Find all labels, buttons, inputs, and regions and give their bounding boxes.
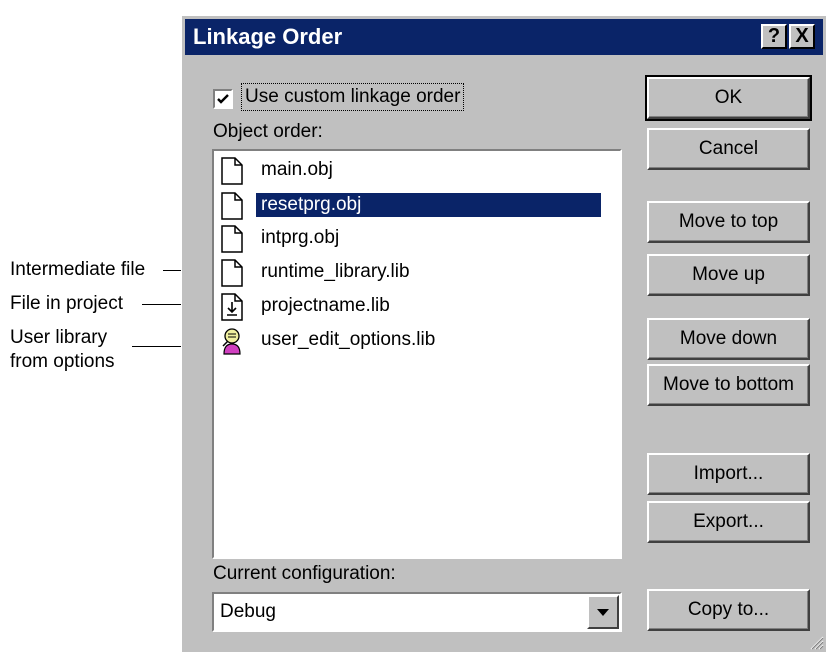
user-library-icon	[222, 328, 241, 355]
object-order-label: Object order:	[213, 121, 323, 142]
annotation-from-options: from options	[10, 351, 115, 372]
configuration-select[interactable]: Debug	[212, 592, 622, 632]
list-item[interactable]: intprg.obj	[220, 223, 620, 253]
move-to-top-button[interactable]: Move to top	[647, 201, 810, 243]
annotation-file-in-project: File in project	[10, 293, 123, 314]
annotation-intermediate-file: Intermediate file	[10, 259, 146, 280]
title-bar[interactable]: Linkage Order ? X	[185, 19, 823, 55]
list-item[interactable]: user_edit_options.lib	[220, 325, 620, 355]
custom-linkage-label[interactable]: Use custom linkage order	[240, 83, 465, 111]
list-item-label: resetprg.obj	[256, 193, 601, 217]
export-button[interactable]: Export...	[647, 501, 810, 543]
import-button[interactable]: Import...	[647, 453, 810, 495]
object-order-list[interactable]: main.obj resetprg.obj intprg.obj runtime…	[212, 149, 622, 559]
move-to-bottom-button[interactable]: Move to bottom	[647, 364, 810, 406]
list-item[interactable]: runtime_library.lib	[220, 257, 620, 287]
help-button[interactable]: ?	[761, 24, 787, 49]
ok-button[interactable]: OK	[645, 75, 812, 121]
configuration-value: Debug	[220, 601, 276, 622]
annotation-user-library: User library	[10, 327, 108, 348]
file-icon	[221, 157, 243, 185]
list-item-selected[interactable]: resetprg.obj	[220, 190, 620, 220]
linkage-order-dialog: Linkage Order ? X Use custom linkage ord…	[181, 15, 826, 652]
move-up-button[interactable]: Move up	[647, 254, 810, 296]
file-icon	[221, 259, 243, 287]
dropdown-button[interactable]	[587, 595, 619, 629]
close-button[interactable]: X	[789, 24, 815, 49]
custom-linkage-checkbox[interactable]	[213, 89, 233, 109]
cancel-button[interactable]: Cancel	[647, 128, 810, 170]
move-down-button[interactable]: Move down	[647, 318, 810, 360]
list-item[interactable]: projectname.lib	[220, 291, 620, 321]
current-configuration-label: Current configuration:	[213, 563, 396, 584]
file-icon	[221, 225, 243, 253]
project-file-icon	[221, 293, 243, 321]
list-item-label: projectname.lib	[261, 295, 390, 316]
chevron-down-icon	[597, 609, 609, 616]
list-item-label: intprg.obj	[261, 227, 340, 248]
list-item-label: main.obj	[261, 159, 333, 180]
list-item[interactable]: main.obj	[220, 155, 620, 185]
file-icon	[221, 192, 243, 220]
list-item-label: runtime_library.lib	[261, 261, 410, 282]
resize-grip-icon[interactable]	[808, 634, 824, 650]
list-item-label: user_edit_options.lib	[261, 329, 436, 350]
copy-to-button[interactable]: Copy to...	[647, 589, 810, 631]
dialog-title: Linkage Order	[193, 24, 343, 49]
checkmark-icon	[217, 94, 229, 104]
